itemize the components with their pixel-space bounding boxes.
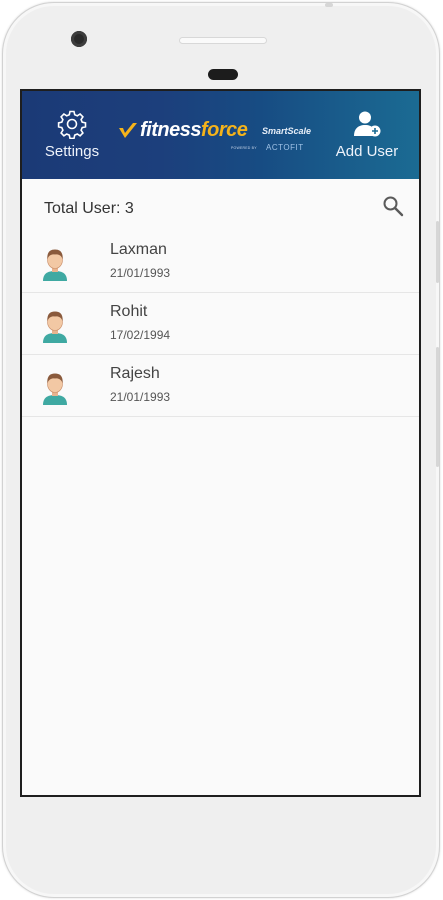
user-name: Laxman — [110, 241, 167, 258]
add-user-label: Add User — [335, 143, 399, 160]
app-screen: Settings fitnessforce SmartScale POWERED… — [20, 89, 421, 797]
user-list: Laxman 21/01/1993 Rohit 17/02/1994 Rajes… — [22, 231, 419, 417]
summary-bar: Total User: 3 — [22, 179, 419, 231]
user-dob: 17/02/1994 — [110, 328, 171, 342]
settings-button[interactable]: Settings — [42, 109, 102, 160]
user-row-rajesh[interactable]: Rajesh 21/01/1993 — [22, 355, 419, 417]
app-header: Settings fitnessforce SmartScale POWERED… — [22, 91, 419, 179]
logo-word-fitness: fitness — [140, 119, 201, 141]
front-camera — [71, 31, 87, 47]
power-button — [436, 221, 439, 283]
user-row-rohit[interactable]: Rohit 17/02/1994 — [22, 293, 419, 355]
top-button — [325, 3, 333, 7]
avatar-icon — [43, 249, 67, 281]
logo-powered-by: POWERED BY — [231, 146, 257, 150]
proximity-sensor — [208, 69, 238, 80]
logo-check-icon — [119, 123, 137, 138]
add-user-icon — [354, 111, 381, 137]
avatar-icon — [43, 311, 67, 343]
total-users-label: Total User: 3 — [44, 200, 134, 217]
logo-partner: ACTOFIT — [266, 143, 304, 152]
search-icon — [383, 196, 404, 217]
settings-label: Settings — [44, 143, 100, 160]
earpiece-speaker — [179, 37, 267, 44]
user-dob: 21/01/1993 — [110, 266, 171, 280]
add-user-button[interactable]: Add User — [332, 109, 402, 160]
volume-button — [436, 347, 439, 467]
user-dob: 21/01/1993 — [110, 390, 171, 404]
user-name: Rajesh — [110, 365, 160, 382]
user-row-laxman[interactable]: Laxman 21/01/1993 — [22, 231, 419, 293]
phone-chin — [20, 797, 421, 887]
gear-icon — [57, 110, 87, 139]
avatar-icon — [43, 373, 67, 405]
logo-wordmark: fitnessforce — [140, 119, 248, 142]
search-button[interactable] — [382, 195, 404, 217]
fitnessforce-logo: fitnessforce SmartScale POWERED BY ACTOF… — [118, 119, 328, 159]
logo-smartscale: SmartScale — [262, 126, 312, 136]
user-name: Rohit — [110, 303, 148, 320]
logo-word-force: force — [200, 119, 248, 141]
